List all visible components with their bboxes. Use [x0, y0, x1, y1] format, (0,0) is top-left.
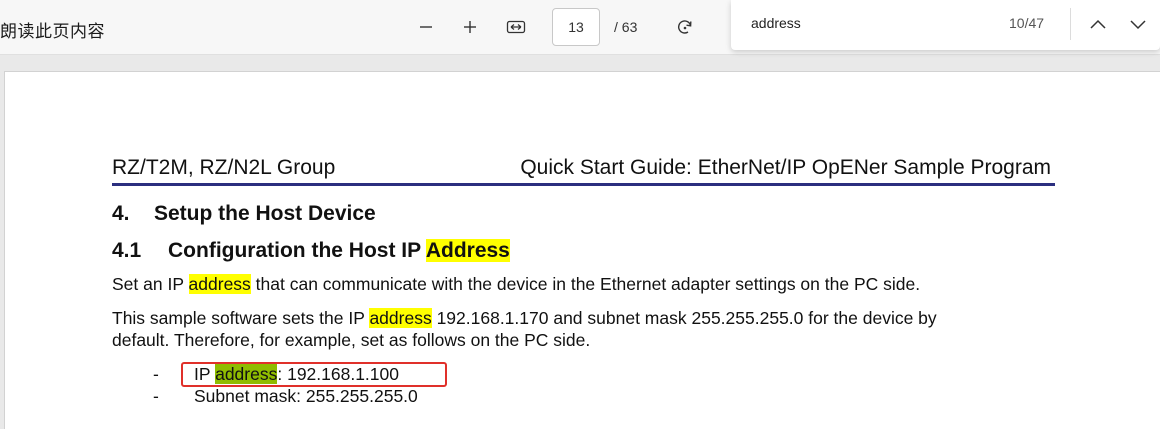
- page-number-input[interactable]: 13: [552, 8, 600, 46]
- find-divider: [1070, 8, 1071, 40]
- paragraph-text: 192.168.1.170 and subnet mask 255.255.25…: [431, 308, 937, 328]
- rotate-icon: [678, 20, 692, 34]
- plus-icon: [464, 21, 476, 33]
- find-match-count: 10/47: [1009, 15, 1045, 31]
- minus-icon: [420, 26, 432, 28]
- paragraph-text: Set an IP: [112, 274, 189, 294]
- paragraph-text: This sample software sets the IP: [112, 308, 370, 328]
- subsection-number: 4.1: [112, 239, 142, 262]
- paragraph-2-line-2: default. Therefore, for example, set as …: [112, 330, 591, 350]
- page-header-right: Quick Start Guide: EtherNet/IP OpENer Sa…: [520, 156, 1051, 179]
- section-number: 4.: [112, 202, 130, 225]
- find-input[interactable]: address: [751, 15, 801, 31]
- bullet-dash: -: [153, 364, 159, 384]
- subsection-title-text: Configuration the Host IP: [168, 239, 426, 262]
- search-highlight: Address: [425, 239, 510, 262]
- read-aloud-button[interactable]: 朗读此页内容: [0, 17, 105, 42]
- header-rule: [112, 183, 1055, 186]
- subsection-title: Configuration the Host IP Address: [168, 239, 510, 263]
- search-highlight: address: [188, 274, 251, 294]
- paragraph-1: Set an IP address that can communicate w…: [112, 273, 920, 295]
- find-next-button[interactable]: [1123, 10, 1153, 38]
- bullet-subnet-mask: Subnet mask: 255.255.255.0: [194, 386, 418, 406]
- fit-width-icon: [506, 20, 526, 34]
- search-highlight: address: [369, 308, 432, 328]
- chevron-down-icon: [1130, 20, 1146, 30]
- zoom-out-button[interactable]: [411, 12, 441, 42]
- section-title: Setup the Host Device: [154, 202, 376, 225]
- zoom-in-button[interactable]: [455, 12, 485, 42]
- find-panel: address 10/47: [731, 0, 1160, 50]
- rotate-button[interactable]: [670, 12, 700, 42]
- bullet-dash: -: [153, 386, 159, 406]
- paragraph-text: that can communicate with the device in …: [250, 274, 921, 294]
- fit-to-width-button[interactable]: [501, 12, 531, 42]
- page-header-left: RZ/T2M, RZ/N2L Group: [112, 156, 336, 179]
- paragraph-2: This sample software sets the IP address…: [112, 307, 937, 329]
- find-previous-button[interactable]: [1083, 10, 1113, 38]
- page-total: / 63: [614, 19, 638, 35]
- annotation-box: [181, 362, 447, 387]
- pdf-page: RZ/T2M, RZ/N2L Group Quick Start Guide: …: [4, 71, 1160, 429]
- chevron-up-icon: [1090, 19, 1106, 29]
